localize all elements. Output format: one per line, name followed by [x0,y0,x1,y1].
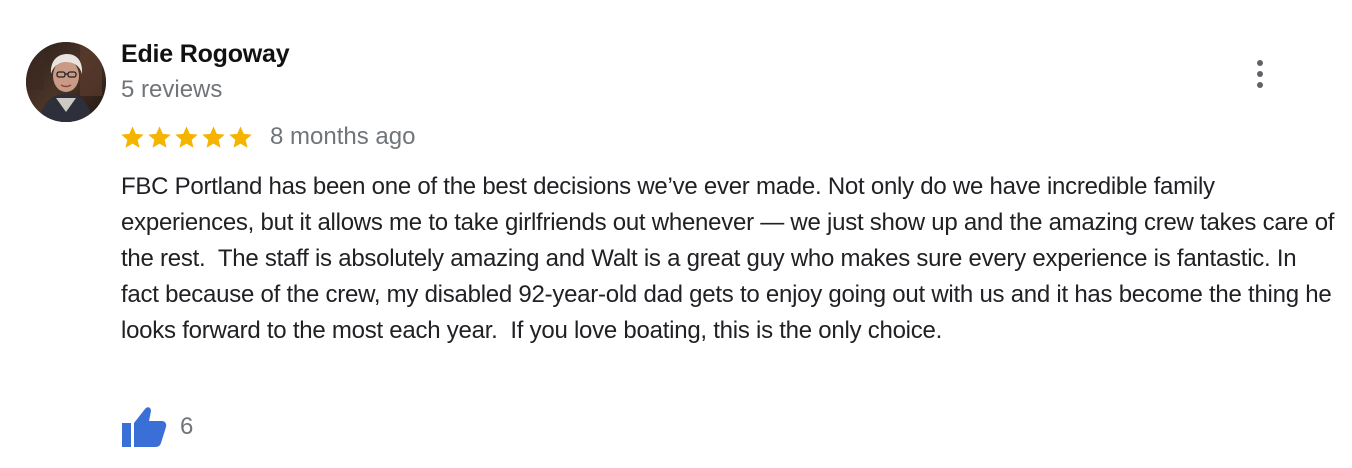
thumbs-up-icon [122,407,167,447]
avatar-photo [26,42,106,122]
star-icon [173,124,200,151]
like-button[interactable] [120,405,168,449]
review-card: Edie Rogoway 5 reviews 8 months ago FBC … [0,0,1352,468]
star-icon [227,124,254,151]
star-rating [119,124,254,151]
review-text: FBC Portland has been one of the best de… [121,173,1341,344]
star-icon [146,124,173,151]
rating-row: 8 months ago [119,120,415,154]
more-vert-icon [1257,60,1263,66]
star-icon [119,124,146,151]
star-icon [200,124,227,151]
more-options-button[interactable] [1244,56,1276,92]
review-count[interactable]: 5 reviews [121,76,222,104]
reviewer-avatar[interactable] [26,42,106,122]
like-count: 6 [180,413,194,440]
review-date: 8 months ago [270,123,416,150]
reviewer-name[interactable]: Edie Rogoway [121,40,290,69]
more-vert-icon-dot [1257,71,1263,77]
more-vert-icon-dot [1257,82,1263,88]
like-row: 6 [120,404,193,450]
